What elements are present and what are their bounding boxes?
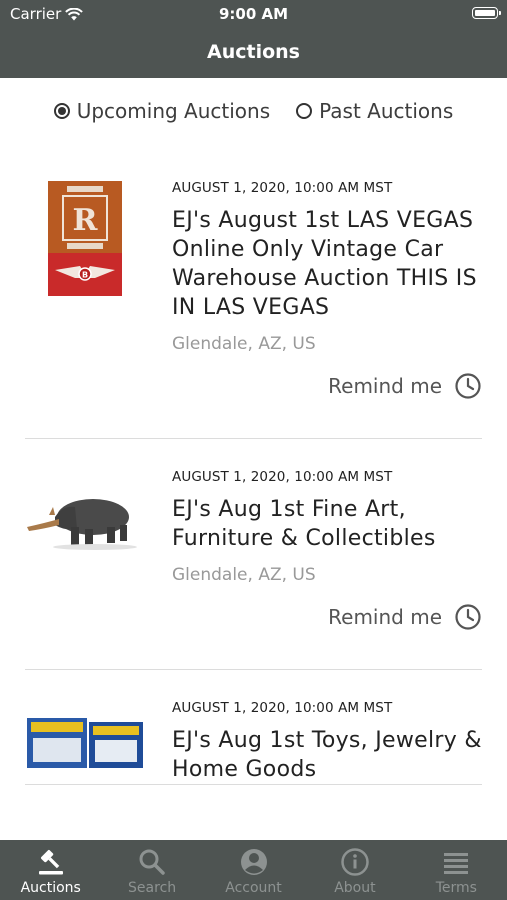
upcoming-auctions-option[interactable]: Upcoming Auctions [53, 99, 271, 123]
clock: 9:00 AM [218, 5, 289, 23]
tab-terms[interactable]: Terms [406, 840, 507, 900]
svg-text:R: R [73, 203, 99, 238]
tab-search[interactable]: Search [101, 840, 202, 900]
account-icon [240, 849, 267, 875]
remind-me-label: Remind me [328, 605, 442, 629]
past-auctions-option[interactable]: Past Auctions [296, 99, 453, 123]
auction-filter: Upcoming Auctions Past Auctions [0, 78, 507, 144]
page-title: Auctions [207, 41, 300, 63]
tab-about[interactable]: About [304, 840, 405, 900]
past-auctions-label: Past Auctions [319, 99, 454, 123]
terms-icon [444, 853, 469, 874]
radio-selected-icon [53, 103, 70, 119]
auction-date: AUGUST 1, 2020, 10:00 AM MST [172, 180, 393, 196]
auction-list: R B AUGUST 1, 2020, 10:00 AM MST EJ's Au… [0, 150, 507, 785]
auction-date: AUGUST 1, 2020, 10:00 AM MST [172, 700, 393, 716]
search-icon [139, 849, 165, 875]
auction-location: Glendale, AZ, US [172, 334, 316, 354]
auction-card[interactable]: AUGUST 1, 2020, 10:00 AM MST EJ's Aug 1s… [25, 670, 482, 785]
clock-icon [455, 373, 481, 399]
tab-bar: Auctions Search Account About Terms [0, 840, 507, 900]
svg-text:B: B [82, 271, 88, 280]
status-bar: Carrier 9:00 AM [0, 0, 507, 28]
tab-label: Auctions [20, 880, 81, 896]
auction-title: EJ's Aug 1st Toys, Jewelry & Home Goods [172, 728, 482, 782]
remind-me-button[interactable]: Remind me [172, 603, 482, 669]
auction-title: EJ's Aug 1st Fine Art, Furniture & Colle… [172, 497, 436, 551]
nav-bar: Auctions [0, 28, 507, 78]
info-icon [341, 848, 369, 876]
tab-auctions[interactable]: Auctions [0, 840, 101, 900]
tab-label: Search [128, 880, 177, 896]
auction-title: EJ's August 1st LAS VEGAS Online Only Vi… [172, 208, 477, 320]
upcoming-auctions-label: Upcoming Auctions [76, 99, 271, 123]
remind-me-button[interactable]: Remind me [172, 372, 482, 438]
auction-location: Glendale, AZ, US [172, 565, 316, 585]
clock-icon [455, 604, 481, 630]
tab-label: About [334, 880, 376, 896]
rolls-royce-flag-thumbnail: R B [48, 181, 122, 296]
remind-me-label: Remind me [328, 374, 442, 398]
rhino-sculpture-thumbnail [27, 499, 137, 550]
tab-label: Terms [435, 880, 477, 896]
auction-card[interactable]: R B AUGUST 1, 2020, 10:00 AM MST EJ's Au… [25, 150, 482, 439]
auction-card[interactable]: AUGUST 1, 2020, 10:00 AM MST EJ's Aug 1s… [25, 439, 482, 670]
radio-unselected-icon [296, 103, 313, 119]
tab-label: Account [225, 880, 282, 896]
tab-account[interactable]: Account [203, 840, 304, 900]
gavel-icon [38, 850, 63, 875]
star-wars-toys-thumbnail [27, 718, 143, 768]
battery-icon [472, 7, 501, 19]
auction-date: AUGUST 1, 2020, 10:00 AM MST [172, 469, 393, 485]
